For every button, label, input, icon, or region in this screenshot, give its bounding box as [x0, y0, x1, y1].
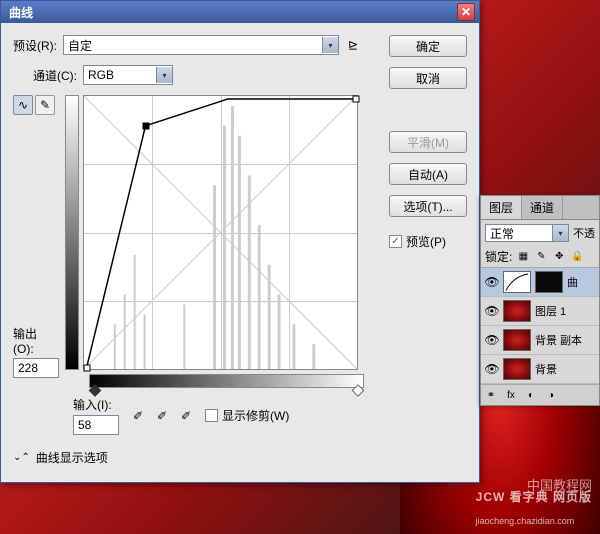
- curve-icon: ∿: [18, 98, 28, 112]
- expand-options[interactable]: ⌄⌃ 曲线显示选项: [13, 449, 381, 466]
- input-label: 输入(I):: [73, 396, 119, 413]
- curves-dialog: 曲线 ✕ 预设(R): 自定 ▾ ⊵ 通道(C): RGB ▾: [0, 0, 480, 483]
- layer-name: 背景: [535, 361, 557, 377]
- layer-name: 图层 1: [535, 303, 566, 319]
- layer-row[interactable]: 👁 图层 1: [481, 297, 599, 326]
- output-input[interactable]: [13, 358, 59, 378]
- layer-thumb[interactable]: [503, 271, 531, 293]
- channel-select[interactable]: RGB ▾: [83, 65, 173, 85]
- channel-value: RGB: [88, 68, 114, 82]
- pencil-icon: ✎: [40, 98, 50, 112]
- visibility-icon[interactable]: 👁: [485, 333, 499, 347]
- preview-label: 预览(P): [406, 233, 446, 250]
- channel-label: 通道(C):: [33, 67, 77, 84]
- layer-footer: ⚭ fx ◐ ◑: [481, 384, 599, 405]
- input-gradient[interactable]: [89, 374, 364, 388]
- preset-menu-icon[interactable]: ⊵: [345, 37, 361, 53]
- layer-name: 曲: [567, 274, 578, 290]
- visibility-icon[interactable]: 👁: [485, 362, 499, 376]
- pencil-tool-button[interactable]: ✎: [35, 95, 55, 115]
- lock-transparency-icon[interactable]: ▦: [516, 250, 530, 264]
- preview-checkbox[interactable]: [389, 235, 402, 248]
- layer-thumb[interactable]: [503, 358, 531, 380]
- output-gradient: [65, 95, 79, 370]
- layer-mask-thumb[interactable]: [535, 271, 563, 293]
- layer-row[interactable]: 👁 背景: [481, 355, 599, 384]
- white-slider[interactable]: [351, 384, 364, 397]
- link-icon[interactable]: ⚭: [484, 388, 498, 402]
- chevron-down-icon: ▾: [156, 67, 172, 83]
- output-label: 输出(O):: [13, 325, 57, 356]
- opacity-label: 不透: [573, 225, 595, 241]
- close-icon: ✕: [461, 5, 471, 19]
- adjustment-icon[interactable]: ◑: [544, 388, 558, 402]
- graph-svg: [84, 96, 357, 369]
- curve-endpoint-high[interactable]: [353, 96, 360, 103]
- expand-icon: ⌄⌃: [13, 452, 30, 463]
- auto-button[interactable]: 自动(A): [389, 163, 467, 185]
- mask-icon[interactable]: ◐: [524, 388, 538, 402]
- black-eyedropper-icon[interactable]: ✐: [129, 407, 147, 425]
- layer-row[interactable]: 👁 曲: [481, 268, 599, 297]
- close-button[interactable]: ✕: [457, 3, 475, 21]
- tab-channels[interactable]: 通道: [522, 196, 563, 219]
- visibility-icon[interactable]: 👁: [485, 275, 499, 289]
- input-input[interactable]: [73, 415, 119, 435]
- preset-label: 预设(R):: [13, 37, 57, 54]
- layers-panel: 图层 通道 正常 ▾ 不透 锁定: ▦ ✎ ✥ 🔒 👁 曲 👁 图层 1 👁 背…: [480, 195, 600, 406]
- blend-mode-select[interactable]: 正常 ▾: [485, 224, 569, 242]
- curves-graph[interactable]: [83, 95, 358, 370]
- dialog-title: 曲线: [9, 4, 457, 21]
- options-button[interactable]: 选项(T)...: [389, 195, 467, 217]
- gray-eyedropper-icon[interactable]: ✐: [153, 407, 171, 425]
- layer-row[interactable]: 👁 背景 副本: [481, 326, 599, 355]
- lock-position-icon[interactable]: ✥: [552, 250, 566, 264]
- lock-all-icon[interactable]: 🔒: [570, 250, 584, 264]
- chevron-down-icon: ▾: [322, 37, 338, 53]
- white-eyedropper-icon[interactable]: ✐: [177, 407, 195, 425]
- layer-thumb[interactable]: [503, 329, 531, 351]
- lock-pixels-icon[interactable]: ✎: [534, 250, 548, 264]
- curve-tool-button[interactable]: ∿: [13, 95, 33, 115]
- visibility-icon[interactable]: 👁: [485, 304, 499, 318]
- watermark-logo: JCW 看字典 网页版 jiaocheng.chazidian.com: [476, 484, 592, 530]
- layer-thumb[interactable]: [503, 300, 531, 322]
- blend-mode-value: 正常: [490, 225, 514, 242]
- tab-layers[interactable]: 图层: [481, 196, 522, 219]
- chevron-down-icon: ▾: [552, 225, 568, 241]
- ok-button[interactable]: 确定: [389, 35, 467, 57]
- preset-value: 自定: [68, 37, 92, 54]
- show-clipping-checkbox[interactable]: [205, 409, 218, 422]
- curve-endpoint-low[interactable]: [84, 365, 91, 372]
- expand-label: 曲线显示选项: [36, 449, 108, 466]
- lock-label: 锁定:: [485, 248, 512, 265]
- black-slider[interactable]: [89, 384, 102, 397]
- titlebar[interactable]: 曲线 ✕: [1, 1, 479, 23]
- layer-name: 背景 副本: [535, 332, 582, 348]
- fx-icon[interactable]: fx: [504, 388, 518, 402]
- show-clipping-label: 显示修剪(W): [222, 407, 289, 424]
- preset-select[interactable]: 自定 ▾: [63, 35, 339, 55]
- cancel-button[interactable]: 取消: [389, 67, 467, 89]
- curve-point[interactable]: [143, 123, 150, 130]
- smooth-button: 平滑(M): [389, 131, 467, 153]
